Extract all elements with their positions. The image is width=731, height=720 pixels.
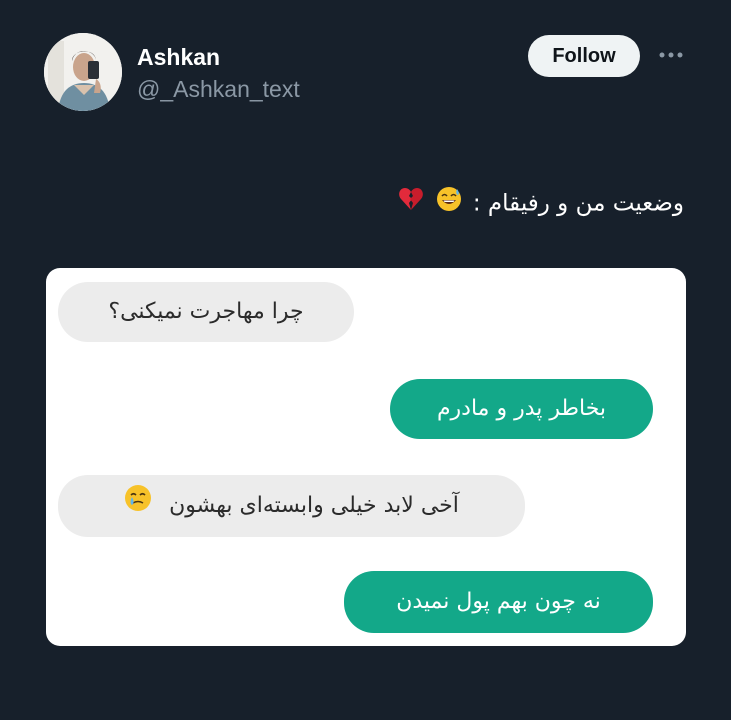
- chat-bubble-text: بخاطر پدر و مادرم: [436, 396, 607, 421]
- follow-button[interactable]: Follow: [528, 35, 640, 77]
- chat-bubble-incoming: آخی لابد خیلی وابسته‌ای بهشون: [58, 475, 525, 537]
- tweet-text: وضعیت من و رفیقام :: [398, 186, 684, 222]
- chat-bubble-text: آخی لابد خیلی وابسته‌ای بهشون: [169, 493, 459, 518]
- author-handle[interactable]: @_Ashkan_text: [137, 75, 300, 103]
- broken-heart-emoji-icon: [398, 186, 424, 222]
- tweet-text-content: وضعیت من و رفیقام :: [472, 190, 684, 217]
- author-name[interactable]: Ashkan: [137, 43, 220, 71]
- more-options-icon[interactable]: [656, 47, 686, 63]
- chat-bubble-outgoing: نه چون بهم پول نمیدن: [344, 571, 653, 633]
- avatar[interactable]: [44, 33, 122, 111]
- chat-bubble-incoming: چرا مهاجرت نمیکنی؟: [58, 282, 354, 342]
- chat-bubble-outgoing: بخاطر پدر و مادرم: [390, 379, 653, 439]
- grinning-sweat-emoji-icon: [436, 186, 462, 222]
- crying-smile-emoji-icon: [124, 475, 152, 537]
- chat-bubble-text: نه چون بهم پول نمیدن: [396, 589, 601, 614]
- tweet-media-image[interactable]: چرا مهاجرت نمیکنی؟ بخاطر پدر و مادرم آخی…: [46, 268, 686, 646]
- chat-bubble-text: چرا مهاجرت نمیکنی؟: [108, 299, 304, 324]
